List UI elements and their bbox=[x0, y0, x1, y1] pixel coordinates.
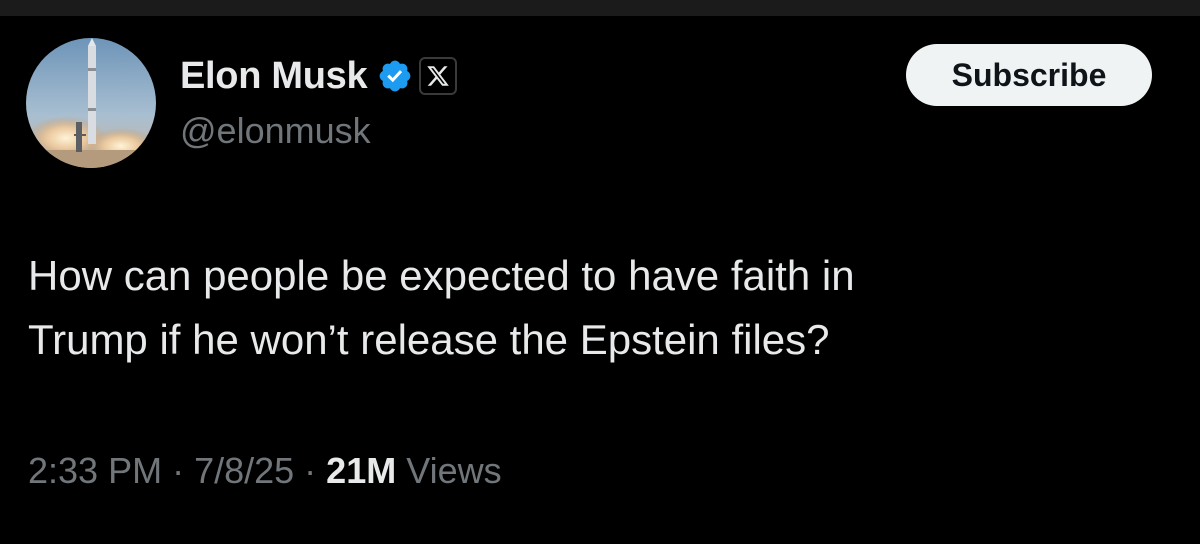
rocket-launch-avatar-image bbox=[26, 38, 156, 168]
verified-badge-icon[interactable] bbox=[377, 58, 413, 94]
subscribe-button[interactable]: Subscribe bbox=[906, 44, 1152, 106]
views-label: Views bbox=[396, 450, 502, 491]
avatar[interactable] bbox=[26, 38, 156, 168]
tweet-text-line: How can people be expected to have faith… bbox=[28, 252, 855, 299]
tweet-text-line: Trump if he won’t release the Epstein fi… bbox=[28, 316, 830, 363]
views-count[interactable]: 21M bbox=[326, 450, 396, 491]
tweet-time[interactable]: 2:33 PM bbox=[28, 450, 162, 491]
tweet-text: How can people be expected to have faith… bbox=[28, 244, 1178, 372]
meta-separator: · bbox=[294, 450, 327, 491]
author-name-row: Elon Musk bbox=[180, 52, 458, 100]
tweet-meta: 2:33 PM · 7/8/25 · 21M Views bbox=[28, 450, 502, 492]
meta-separator: · bbox=[162, 450, 195, 491]
tweet-date[interactable]: 7/8/25 bbox=[194, 450, 294, 491]
x-logo-icon[interactable] bbox=[419, 57, 458, 95]
top-strip bbox=[0, 0, 1200, 16]
author-handle[interactable]: @elonmusk bbox=[180, 110, 371, 152]
author-display-name[interactable]: Elon Musk bbox=[180, 55, 368, 98]
